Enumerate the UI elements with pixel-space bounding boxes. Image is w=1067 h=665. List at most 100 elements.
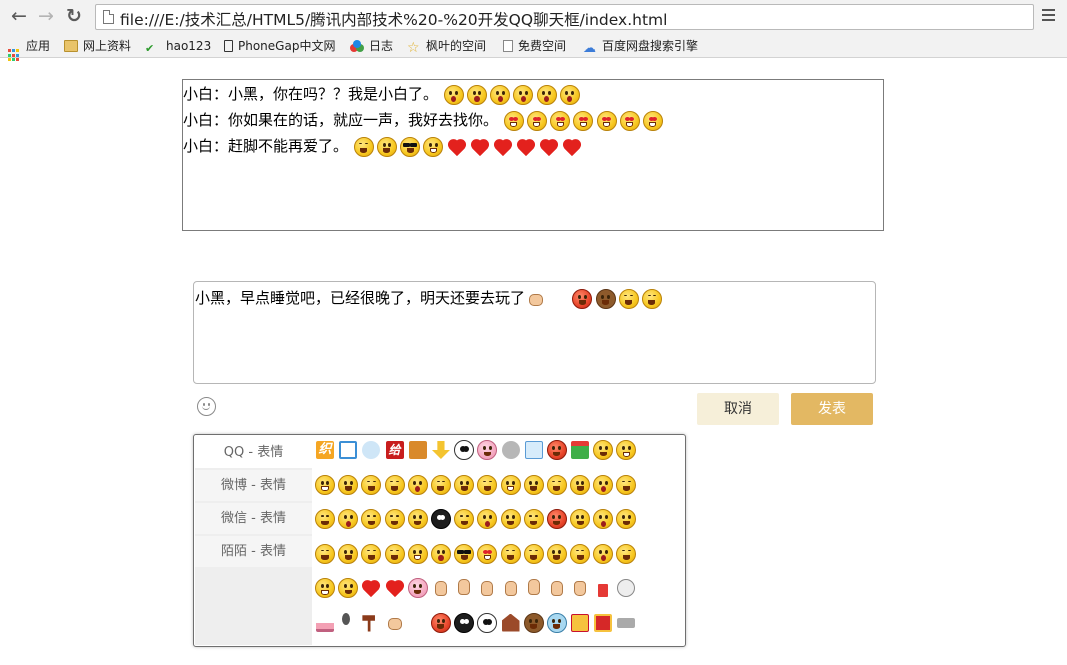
spiral-eyes-emoji-icon[interactable]: [546, 543, 568, 565]
bookmark-apps[interactable]: 应用: [8, 37, 50, 62]
barn-icon[interactable]: [500, 612, 522, 634]
crying-loud-emoji-icon[interactable]: [476, 508, 498, 530]
ok-hand-icon[interactable]: [430, 577, 452, 599]
shock-emoji-icon[interactable]: [407, 474, 429, 496]
bookmark-folder[interactable]: 网上资料: [64, 37, 131, 55]
forward-arrow-icon[interactable]: →: [35, 5, 57, 27]
fingers-crossed-icon[interactable]: [500, 577, 522, 599]
sticker-box-icon[interactable]: [569, 612, 591, 634]
red-envelope-icon[interactable]: [592, 612, 614, 634]
tab-momo-emoji[interactable]: 陌陌 - 表情: [195, 536, 312, 567]
camera-icon[interactable]: [615, 612, 637, 634]
give-sticker-icon[interactable]: 给: [384, 439, 406, 461]
address-bar-url[interactable]: file:///E:/技术汇总/HTML5/腾讯内部技术%20-%20开发QQ聊…: [120, 8, 667, 30]
back-arrow-icon[interactable]: ←: [8, 5, 30, 27]
index-up-icon[interactable]: [523, 577, 545, 599]
reload-icon[interactable]: ↻: [63, 5, 85, 27]
scared-emoji-icon[interactable]: [337, 508, 359, 530]
giggle-emoji-icon[interactable]: [314, 577, 336, 599]
oops-emoji-icon[interactable]: [592, 508, 614, 530]
smug-emoji-icon[interactable]: [337, 577, 359, 599]
robot-emoji-icon[interactable]: [500, 439, 522, 461]
thumbs-up-icon[interactable]: [476, 577, 498, 599]
bookmark-baidu-pan[interactable]: ☁ 百度网盘搜索引擎: [583, 37, 698, 55]
panda-emoji-icon[interactable]: [476, 612, 498, 634]
think-emoji-icon[interactable]: [615, 508, 637, 530]
bunny-emoji-icon[interactable]: [476, 439, 498, 461]
menu-icon[interactable]: [1042, 9, 1055, 23]
shy-emoji-icon[interactable]: [314, 508, 336, 530]
heart-icon[interactable]: [360, 577, 382, 599]
sob-emoji-icon[interactable]: [546, 474, 568, 496]
fist-emoji-icon[interactable]: [384, 612, 406, 634]
bookmark-log[interactable]: 日志: [350, 37, 393, 55]
bookmark-maple[interactable]: ☆ 枫叶的空间: [407, 37, 486, 55]
smile-emoji-icon[interactable]: [592, 439, 614, 461]
kiss-emoji-icon[interactable]: [337, 543, 359, 565]
doubt-emoji-icon[interactable]: [569, 474, 591, 496]
message-input[interactable]: 小黑，早点睡觉吧，已经很晚了，明天还要去玩了: [193, 281, 876, 384]
sad-emoji-icon[interactable]: [453, 508, 475, 530]
tab-wechat-emoji[interactable]: 微信 - 表情: [195, 503, 312, 534]
cancel-button[interactable]: 取消: [697, 393, 779, 425]
frown-emoji-icon[interactable]: [384, 474, 406, 496]
gasp-emoji-icon[interactable]: [430, 543, 452, 565]
sly-emoji-icon[interactable]: [384, 508, 406, 530]
heart-icon[interactable]: [384, 577, 406, 599]
pig-emoji-icon[interactable]: [407, 577, 429, 599]
laugh-emoji-icon[interactable]: [314, 474, 336, 496]
bookmark-phonegap[interactable]: PhoneGap中文网: [224, 37, 335, 55]
angry-emoji-icon[interactable]: [546, 508, 568, 530]
quiet-emoji-icon[interactable]: [407, 508, 429, 530]
house-icon[interactable]: [523, 439, 545, 461]
clock-icon[interactable]: [615, 577, 637, 599]
weave-sticker-icon[interactable]: 织: [314, 439, 336, 461]
smirk-emoji-icon[interactable]: [430, 474, 452, 496]
content-emoji-icon[interactable]: [314, 543, 336, 565]
meh-emoji-icon[interactable]: [360, 543, 382, 565]
black-blob-emoji-icon[interactable]: [453, 612, 475, 634]
facepalm-emoji-icon[interactable]: [523, 543, 545, 565]
tongue-emoji-icon[interactable]: [453, 474, 475, 496]
sleepy-emoji-icon[interactable]: [360, 508, 382, 530]
blush-emoji-icon[interactable]: [337, 474, 359, 496]
hmm-emoji-icon[interactable]: [569, 508, 591, 530]
cool-emoji-icon[interactable]: [453, 543, 475, 565]
wow-emoji-icon[interactable]: [592, 474, 614, 496]
send-button[interactable]: 发表: [791, 393, 873, 425]
cry-emoji-icon[interactable]: [360, 474, 382, 496]
thumbs-down-icon[interactable]: [569, 577, 591, 599]
note-sticker-icon[interactable]: [337, 439, 359, 461]
sweat-emoji-icon[interactable]: [615, 474, 637, 496]
worried-emoji-icon[interactable]: [569, 543, 591, 565]
heart-eyes-emoji-icon[interactable]: [476, 543, 498, 565]
cat-emoji-icon[interactable]: [546, 612, 568, 634]
message-input-content[interactable]: 小黑，早点睡觉吧，已经很晚了，明天还要去玩了: [195, 285, 875, 311]
victory-hand-icon[interactable]: [453, 577, 475, 599]
cake-icon[interactable]: [314, 612, 336, 634]
tired-emoji-icon[interactable]: [476, 474, 498, 496]
arrow-down-sticker-icon[interactable]: [430, 439, 452, 461]
gift-icon[interactable]: [569, 439, 591, 461]
emoji-picker-icon[interactable]: [197, 397, 216, 416]
scream-emoji-icon[interactable]: [592, 543, 614, 565]
tab-qq-emoji[interactable]: QQ - 表情: [195, 437, 312, 468]
bookmark-free-space[interactable]: 免费空间: [503, 37, 566, 55]
cloud-icon[interactable]: [360, 439, 382, 461]
panda-emoji-icon[interactable]: [453, 439, 475, 461]
pout-emoji-icon[interactable]: [523, 474, 545, 496]
friends-sticker-icon[interactable]: [407, 439, 429, 461]
bored-emoji-icon[interactable]: [615, 543, 637, 565]
proud-emoji-icon[interactable]: [500, 508, 522, 530]
tear-emoji-icon[interactable]: [384, 543, 406, 565]
address-bar[interactable]: file:///E:/技术汇总/HTML5/腾讯内部技术%20-%20开发QQ聊…: [95, 4, 1034, 30]
clap-icon[interactable]: [546, 577, 568, 599]
tab-weibo-emoji[interactable]: 微博 - 表情: [195, 470, 312, 501]
candle-icon[interactable]: [592, 577, 614, 599]
dizzy-emoji-icon[interactable]: [500, 543, 522, 565]
skull-emoji-icon[interactable]: [430, 508, 452, 530]
bookmark-hao123[interactable]: ✔ hao123: [145, 37, 211, 55]
hammer-icon[interactable]: [360, 612, 382, 634]
monkey-emoji-icon[interactable]: [523, 612, 545, 634]
chuckle-emoji-icon[interactable]: [500, 474, 522, 496]
